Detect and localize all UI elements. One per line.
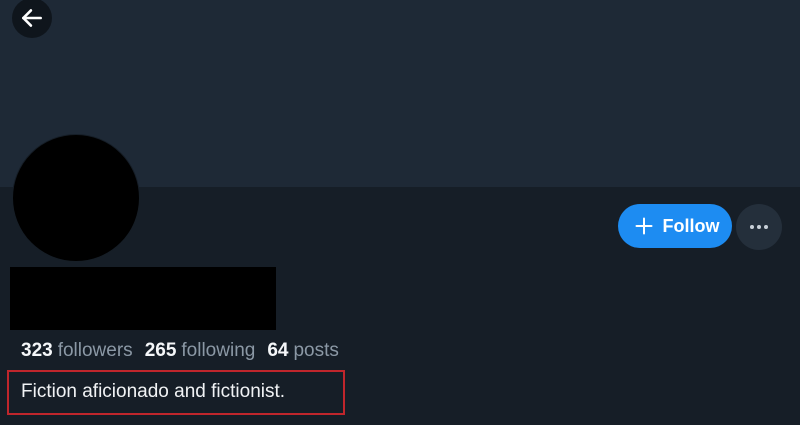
followers-label: followers <box>57 340 133 361</box>
stat-posts[interactable]: 64 posts <box>267 340 339 362</box>
followers-count: 323 <box>21 340 53 361</box>
profile-bio: Fiction aficionado and fictionist. <box>21 381 286 402</box>
follow-label: Follow <box>662 215 720 236</box>
following-label: following <box>181 340 256 361</box>
avatar[interactable] <box>12 134 140 262</box>
stat-followers[interactable]: 323 followers <box>21 340 133 362</box>
posts-label: posts <box>293 340 339 361</box>
display-name-redacted <box>10 267 276 330</box>
more-options-button[interactable] <box>736 204 782 250</box>
plus-icon <box>635 217 652 235</box>
ellipsis-icon <box>750 225 768 229</box>
profile-stats: 323 followers 265 following 64 posts <box>21 340 339 362</box>
stat-following[interactable]: 265 following <box>145 340 256 362</box>
arrow-left-icon <box>22 9 42 27</box>
follow-button[interactable]: Follow <box>618 204 732 248</box>
following-count: 265 <box>144 340 177 361</box>
posts-count: 64 <box>267 340 289 361</box>
